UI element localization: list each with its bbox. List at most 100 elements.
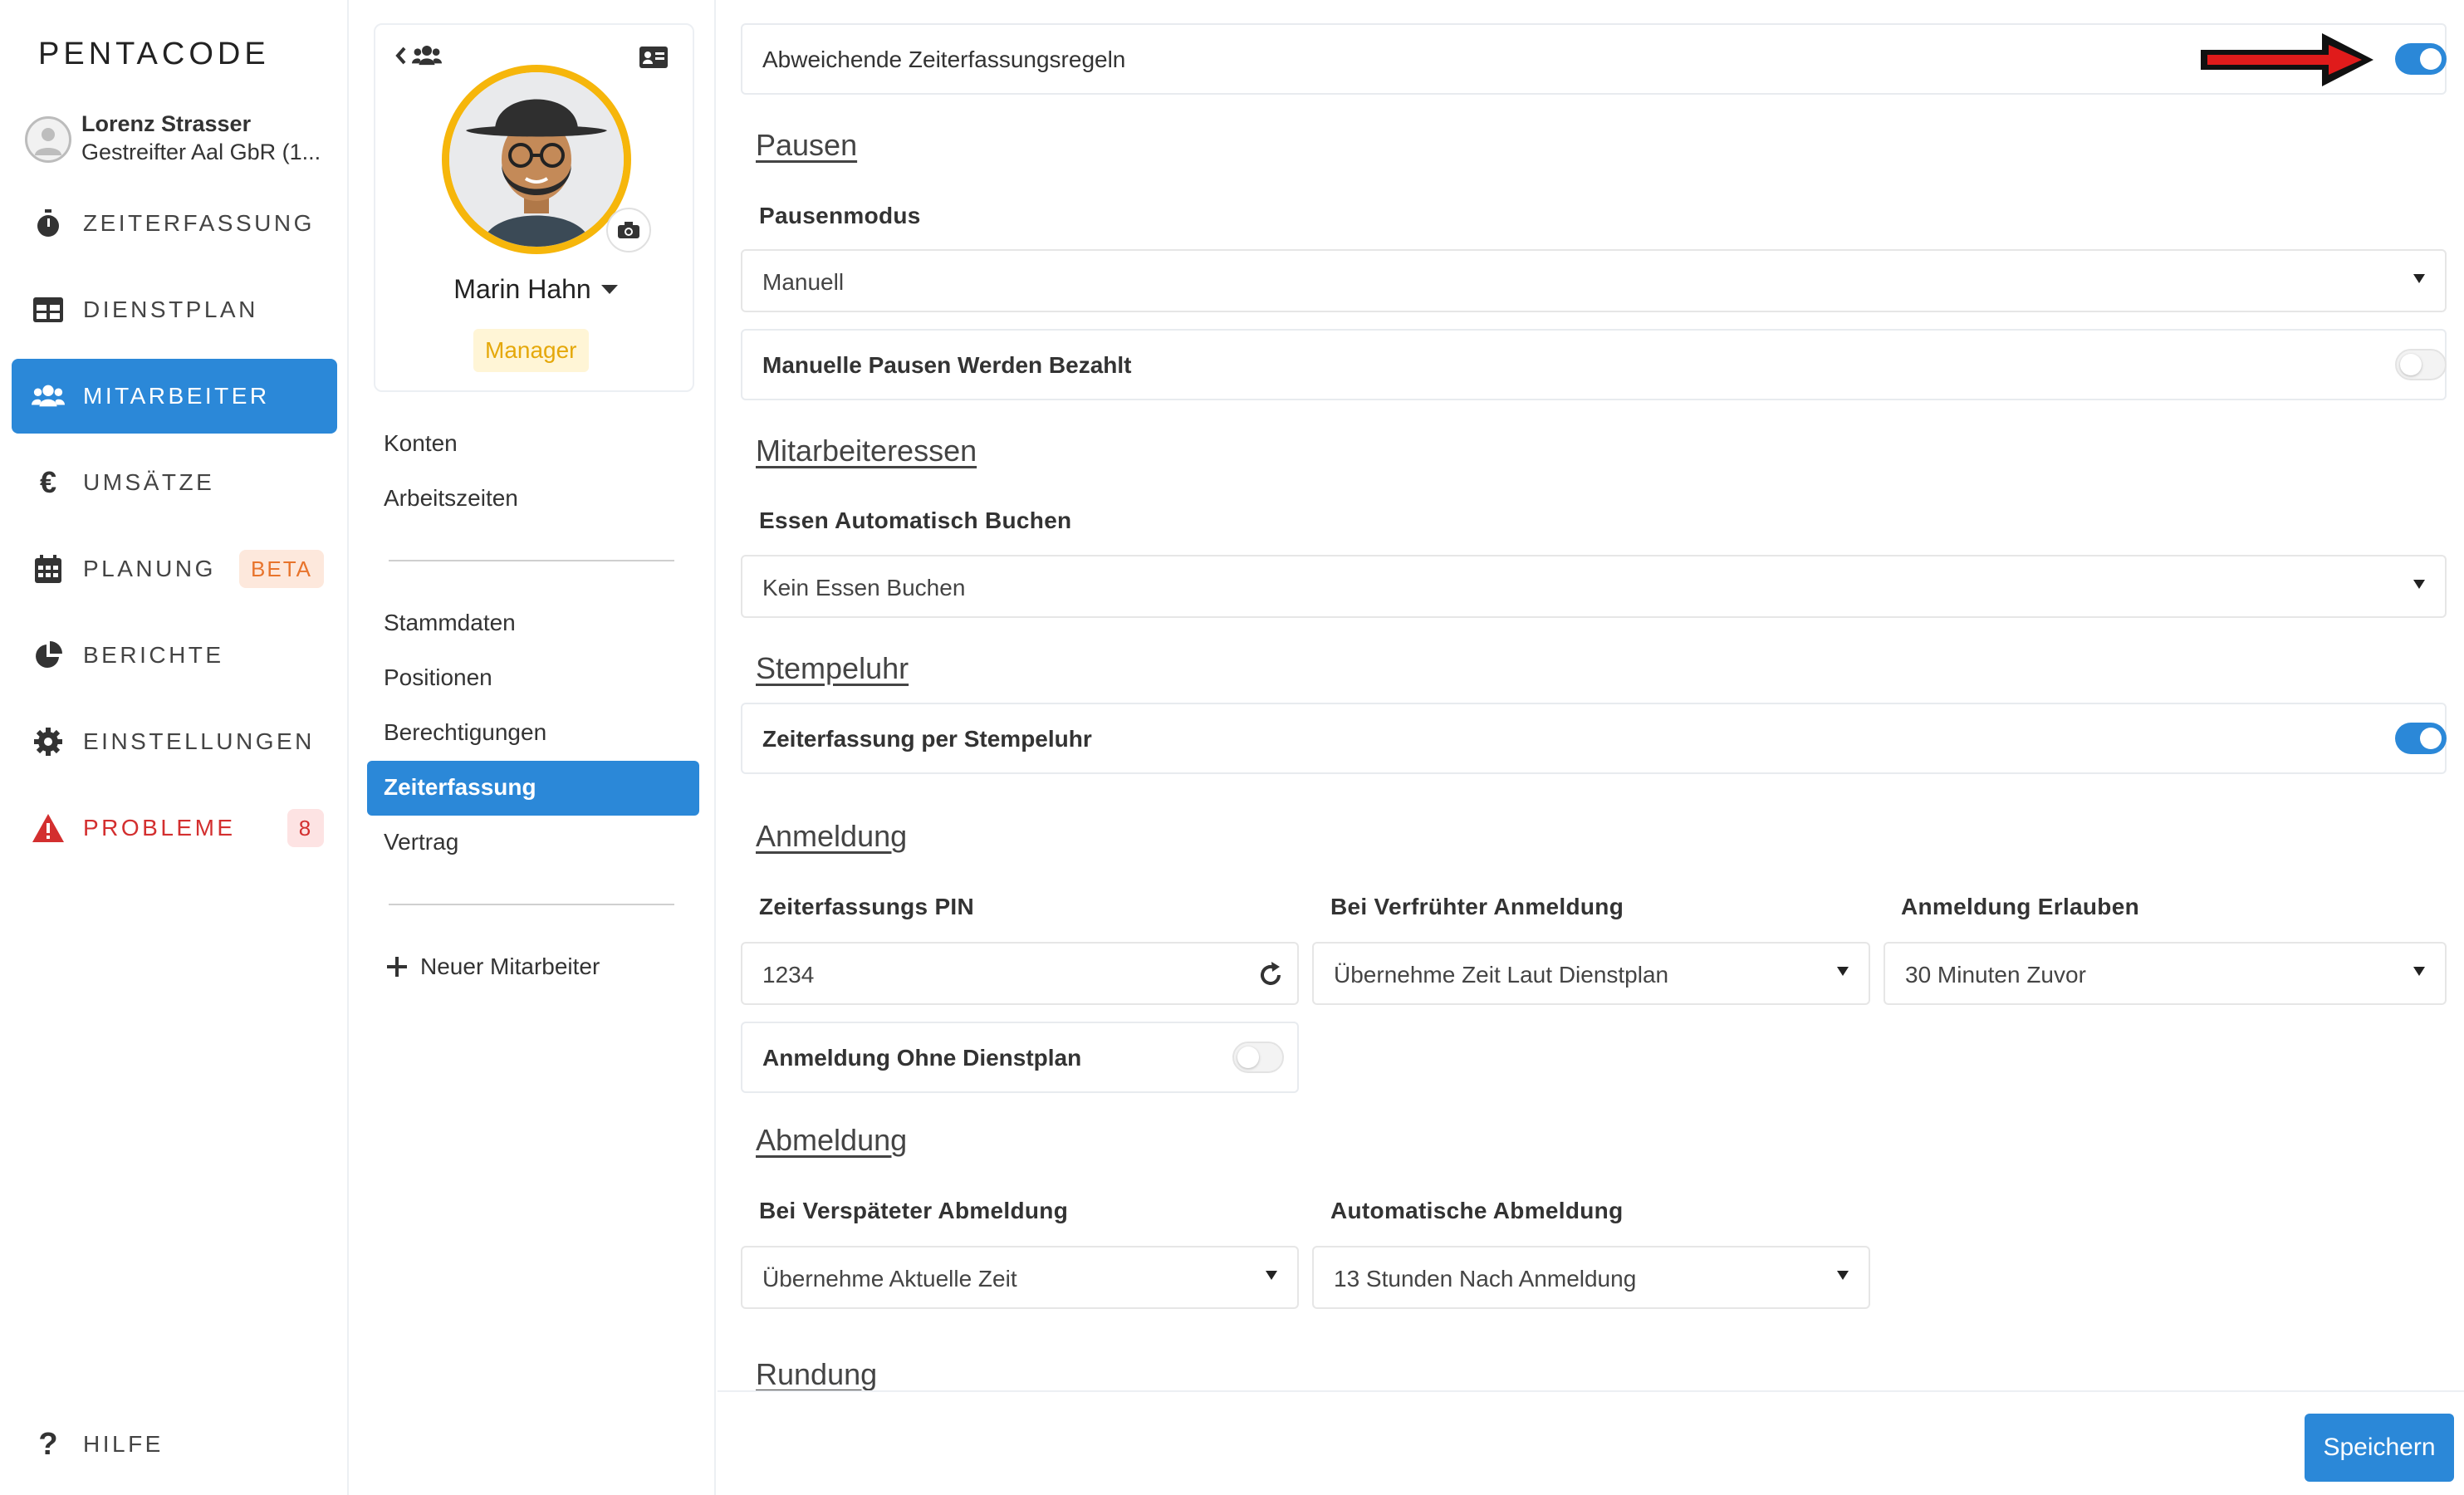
- late-logout-value: Übernehme Aktuelle Zeit: [762, 1266, 1017, 1292]
- paid-breaks-toggle[interactable]: [2395, 349, 2447, 380]
- nav-item-mitarbeiter[interactable]: MITARBEITER: [12, 359, 337, 434]
- caret-down-icon: [1266, 1271, 1277, 1280]
- plus-icon: [387, 957, 407, 977]
- employee-name: Marin Hahn: [453, 274, 591, 304]
- section-title-abmeldung: Abmeldung: [756, 1123, 908, 1157]
- auto-logout-value: 13 Stunden Nach Anmeldung: [1334, 1266, 1637, 1292]
- submenu-zeiterfassung[interactable]: Zeiterfassung: [367, 761, 699, 816]
- footer-bar: Speichern: [718, 1390, 2464, 1495]
- late-logout-select[interactable]: Übernehme Aktuelle Zeit: [741, 1246, 1299, 1309]
- meal-auto-value: Kein Essen Buchen: [762, 575, 966, 600]
- pin-value: 1234: [762, 962, 815, 988]
- submenu-positionen[interactable]: Positionen: [384, 664, 492, 691]
- question-icon: ?: [38, 1426, 58, 1462]
- early-login-label: Bei Verfrühter Anmeldung: [1330, 894, 1624, 919]
- login-without-plan-row: Anmeldung Ohne Dienstplan: [741, 1022, 1299, 1093]
- pause-mode-select[interactable]: Manuell: [741, 249, 2447, 312]
- nav-item-planung[interactable]: PLANUNG BETA: [12, 532, 337, 606]
- override-rules-row: Abweichende Zeiterfassungsregeln: [741, 23, 2447, 95]
- login-without-plan-toggle[interactable]: [1232, 1042, 1284, 1073]
- warning-icon: [32, 811, 65, 845]
- user-name: Lorenz Strasser: [81, 111, 252, 136]
- pie-chart-icon: [32, 639, 65, 672]
- paid-breaks-label: Manuelle Pausen Werden Bezahlt: [762, 352, 1132, 378]
- section-title-mitarbeiteressen: Mitarbeiteressen: [756, 434, 977, 468]
- nav-label: UMSÄTZE: [83, 469, 215, 495]
- camera-icon[interactable]: [606, 208, 651, 252]
- nav-item-dienstplan[interactable]: DIENSTPLAN: [12, 272, 337, 347]
- users-icon: [412, 46, 442, 66]
- submenu-berechtigungen[interactable]: Berechtigungen: [384, 719, 546, 746]
- time-clock-label: Zeiterfassung per Stempeluhr: [762, 726, 1092, 752]
- gear-icon: [32, 725, 65, 758]
- caret-down-icon: [1837, 967, 1849, 976]
- paid-breaks-row: Manuelle Pausen Werden Bezahlt: [741, 329, 2447, 400]
- submenu-stammdaten[interactable]: Stammdaten: [384, 610, 516, 636]
- nav-label: ZEITERFASSUNG: [83, 210, 315, 236]
- caret-down-icon: [1837, 1271, 1849, 1280]
- user-company: Gestreifter Aal GbR (1...: [81, 140, 321, 164]
- nav-label: DIENSTPLAN: [83, 297, 258, 322]
- nav-label: HILFE: [83, 1431, 164, 1457]
- save-button[interactable]: Speichern: [2305, 1414, 2454, 1482]
- refresh-icon[interactable]: [1256, 960, 1286, 990]
- submenu-arbeitszeiten[interactable]: Arbeitszeiten: [384, 485, 518, 512]
- caret-down-icon: [2413, 274, 2425, 283]
- early-login-select[interactable]: Übernehme Zeit Laut Dienstplan: [1312, 942, 1870, 1005]
- caret-down-icon: [600, 285, 618, 294]
- meal-auto-select[interactable]: Kein Essen Buchen: [741, 555, 2447, 618]
- chevron-left-icon: [395, 47, 406, 65]
- nav-item-umsaetze[interactable]: € UMSÄTZE: [12, 445, 337, 520]
- id-card-icon[interactable]: [639, 47, 668, 72]
- allow-login-select[interactable]: 30 Minuten Zuvor: [1884, 942, 2447, 1005]
- euro-icon: €: [39, 465, 57, 499]
- current-user[interactable]: Lorenz Strasser Gestreifter Aal GbR (1..…: [25, 110, 340, 171]
- employee-name-dropdown[interactable]: Marin Hahn: [375, 274, 696, 305]
- nav-item-hilfe[interactable]: ? HILFE: [12, 1407, 337, 1482]
- divider: [389, 904, 674, 905]
- role-badge: Manager: [473, 329, 589, 372]
- submenu-konten[interactable]: Konten: [384, 430, 458, 457]
- stopwatch-icon: [32, 207, 65, 240]
- users-icon: [32, 380, 65, 413]
- nav-item-probleme[interactable]: PROBLEME 8: [12, 791, 337, 865]
- employee-column: Marin Hahn Manager Konten Arbeitszeiten …: [350, 0, 716, 1495]
- override-rules-toggle[interactable]: [2395, 43, 2447, 75]
- table-icon: [32, 293, 65, 326]
- nav-item-einstellungen[interactable]: EINSTELLUNGEN: [12, 704, 337, 779]
- nav-label: EINSTELLUNGEN: [83, 728, 315, 754]
- back-to-employees-button[interactable]: [395, 45, 442, 66]
- problem-count-badge: 8: [287, 809, 324, 847]
- employee-profile-card: Marin Hahn Manager: [374, 23, 694, 392]
- meal-auto-label: Essen Automatisch Buchen: [759, 507, 1072, 533]
- arrow-right-icon: [2201, 33, 2373, 86]
- pin-input[interactable]: 1234: [741, 942, 1299, 1005]
- time-clock-toggle[interactable]: [2395, 723, 2447, 754]
- beta-badge: BETA: [239, 550, 324, 588]
- section-title-pausen: Pausen: [756, 128, 858, 162]
- new-employee-button[interactable]: Neuer Mitarbeiter: [387, 953, 600, 980]
- auto-logout-select[interactable]: 13 Stunden Nach Anmeldung: [1312, 1246, 1870, 1309]
- login-without-plan-label: Anmeldung Ohne Dienstplan: [762, 1045, 1082, 1071]
- pause-mode-value: Manuell: [762, 269, 845, 295]
- nav-label: BERICHTE: [83, 642, 224, 668]
- override-rules-label: Abweichende Zeiterfassungsregeln: [762, 47, 1126, 72]
- main-sidebar: PENTACODE Lorenz Strasser Gestreifter Aa…: [0, 0, 349, 1495]
- submenu-vertrag[interactable]: Vertrag: [384, 829, 458, 855]
- pentacode-logo[interactable]: PENTACODE: [38, 37, 270, 72]
- allow-login-value: 30 Minuten Zuvor: [1905, 962, 2086, 988]
- submenu-label: Zeiterfassung: [384, 774, 536, 800]
- caret-down-icon: [2413, 967, 2425, 976]
- early-login-value: Übernehme Zeit Laut Dienstplan: [1334, 962, 1669, 988]
- new-employee-label: Neuer Mitarbeiter: [420, 953, 600, 979]
- time-tracking-settings: Abweichende Zeiterfassungsregeln Pausen …: [718, 0, 2464, 1495]
- divider: [389, 560, 674, 561]
- time-clock-row: Zeiterfassung per Stempeluhr: [741, 703, 2447, 774]
- late-logout-label: Bei Verspäteter Abmeldung: [759, 1198, 1069, 1223]
- section-title-rundung: Rundung: [756, 1357, 878, 1391]
- employee-avatar: [442, 65, 631, 254]
- auto-logout-label: Automatische Abmeldung: [1330, 1198, 1624, 1223]
- nav-item-berichte[interactable]: BERICHTE: [12, 618, 337, 693]
- allow-login-label: Anmeldung Erlauben: [1901, 894, 2139, 919]
- nav-item-zeiterfassung[interactable]: ZEITERFASSUNG: [12, 186, 337, 261]
